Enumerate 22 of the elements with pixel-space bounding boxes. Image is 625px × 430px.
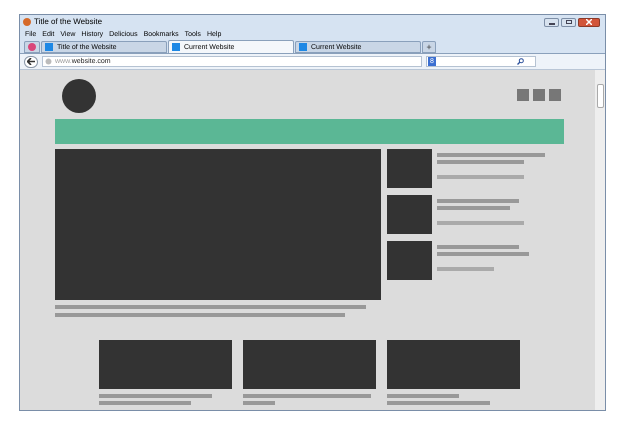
globe-icon xyxy=(45,58,52,65)
scrollbar-thumb[interactable] xyxy=(596,84,604,108)
vertical-scrollbar[interactable] xyxy=(595,70,605,410)
minimize-button[interactable] xyxy=(544,18,559,26)
new-tab-button[interactable]: + xyxy=(422,41,436,53)
browser-logo-icon xyxy=(23,18,31,26)
page-icon xyxy=(45,43,53,51)
text-line-placeholder xyxy=(387,394,459,398)
window-title: Title of the Website xyxy=(34,18,102,26)
text-line-placeholder xyxy=(437,267,494,271)
page-icon xyxy=(172,43,180,51)
search-icon[interactable] xyxy=(517,58,524,65)
logo-placeholder xyxy=(62,79,96,113)
maximize-button[interactable] xyxy=(561,18,576,26)
page-icon xyxy=(299,43,307,51)
thumbnail-placeholder xyxy=(387,195,432,234)
text-line-placeholder xyxy=(243,401,275,405)
back-button[interactable] xyxy=(24,56,38,68)
close-button[interactable] xyxy=(578,18,600,26)
thumbnail-placeholder xyxy=(387,149,432,188)
thumbnail-placeholder xyxy=(387,241,432,280)
close-icon xyxy=(586,19,592,25)
